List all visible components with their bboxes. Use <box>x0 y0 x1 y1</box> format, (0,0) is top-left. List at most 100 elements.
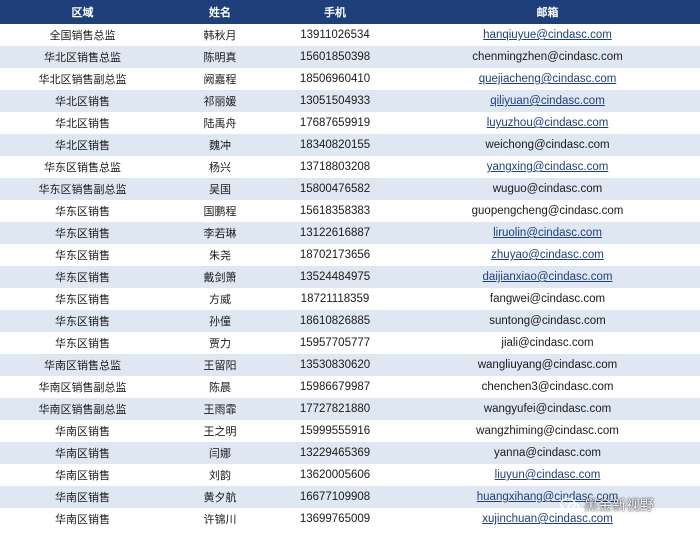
email-link[interactable]: zhuyao@cindasc.com <box>491 249 604 261</box>
cell-email: jiali@cindasc.com <box>395 332 700 354</box>
table-row: 华东区销售 方威 18721118359 fangwei@cindasc.com <box>0 288 700 310</box>
cell-name: 闫娜 <box>209 447 231 460</box>
cell-email: liuyun@cindasc.com <box>395 464 700 486</box>
cell-region: 华南区销售 <box>55 447 110 460</box>
cell-region: 华南区销售 <box>55 513 110 526</box>
email-text: wuguo@cindasc.com <box>492 183 603 195</box>
table-row: 华东区销售 李若琳 13122616887 liruolin@cindasc.com <box>0 222 700 244</box>
email-text: fangwei@cindasc.com <box>489 293 606 305</box>
cell-region: 华南区销售 <box>55 469 110 482</box>
cell-email: qiliyuan@cindasc.com <box>395 90 700 112</box>
cell-phone: 13530830620 <box>299 359 371 371</box>
cell-region: 华东区销售 <box>55 315 110 328</box>
email-link[interactable]: hanqiuyue@cindasc.com <box>483 29 612 41</box>
table-row: 华东区销售 朱尧 18702173656 zhuyao@cindasc.com <box>0 244 700 266</box>
email-text: chenmingzhen@cindasc.com <box>472 51 623 63</box>
cell-region: 华东区销售 <box>55 271 110 284</box>
cell-name: 许锦川 <box>203 513 237 526</box>
email-text: wangyufei@cindasc.com <box>483 403 612 415</box>
cell-name: 朱尧 <box>209 249 231 262</box>
email-text: yanna@cindasc.com <box>494 447 601 459</box>
email-link[interactable]: yangxing@cindasc.com <box>487 161 609 173</box>
watermark-text: 黑金新视野 <box>584 498 654 514</box>
cell-phone: 17727821880 <box>299 403 371 415</box>
cell-email: luyuzhou@cindasc.com <box>395 112 700 134</box>
table-row: 华南区销售副总监 王雨霏 17727821880 wangyufei@cindasc.… <box>0 398 700 420</box>
wechat-icon <box>560 497 580 512</box>
cell-region: 全国销售总监 <box>49 29 116 42</box>
cell-email: yangxing@cindasc.com <box>395 156 700 178</box>
cell-region: 华北区销售总监 <box>44 51 121 64</box>
email-text: guopengcheng@cindasc.com <box>471 205 624 217</box>
cell-region: 华南区销售 <box>55 425 110 438</box>
cell-phone: 18506960410 <box>299 73 371 85</box>
email-text: suntong@cindasc.com <box>489 315 606 327</box>
table-row: 华东区销售 孙僮 18610826885 suntong@cindasc.com <box>0 310 700 332</box>
cell-email: chenchen3@cindasc.com <box>395 376 700 398</box>
cell-email: guopengcheng@cindasc.com <box>395 200 700 222</box>
email-link[interactable]: daijianxiao@cindasc.com <box>483 271 613 283</box>
cell-phone: 13620005606 <box>299 469 371 481</box>
table-row: 华南区销售 闫娜 13229465369 yanna@cindasc.com <box>0 442 700 464</box>
cell-phone: 13051504933 <box>299 95 371 107</box>
cell-region: 华东区销售总监 <box>44 161 121 174</box>
cell-name: 王雨霏 <box>203 403 237 416</box>
cell-phone: 13122616887 <box>299 227 371 239</box>
cell-name: 李若琳 <box>203 227 237 240</box>
cell-name: 魏冲 <box>209 139 231 152</box>
cell-phone: 15986679987 <box>299 381 371 393</box>
cell-phone: 18702173656 <box>299 249 371 261</box>
cell-region: 华北区销售副总监 <box>38 73 127 86</box>
cell-email: weichong@cindasc.com <box>395 134 700 156</box>
cell-name: 吴国 <box>209 183 231 196</box>
cell-phone: 13524484975 <box>299 271 371 283</box>
cell-name: 贾力 <box>209 337 231 350</box>
header-row: 区域 姓名 手机 邮箱 <box>0 0 700 24</box>
cell-region: 华南区销售副总监 <box>38 381 127 394</box>
cell-email: fangwei@cindasc.com <box>395 288 700 310</box>
table-row: 华南区销售总监 王留阳 13530830620 wangliuyang@cindasc… <box>0 354 700 376</box>
email-text: weichong@cindasc.com <box>485 139 610 151</box>
watermark: 黑金新视野 <box>556 494 658 516</box>
table-row: 华南区销售 刘韵 13620005606 liuyun@cindasc.com <box>0 464 700 486</box>
email-link[interactable]: qiliyuan@cindasc.com <box>490 95 605 107</box>
table-row: 华北区销售 陆禹舟 17687659919 luyuzhou@cindasc.com <box>0 112 700 134</box>
cell-name: 陈明真 <box>203 51 237 64</box>
table-header: 区域 姓名 手机 邮箱 <box>0 0 700 24</box>
cell-region: 华南区销售 <box>55 491 110 504</box>
cell-email: liruolin@cindasc.com <box>395 222 700 244</box>
cell-phone: 13911026534 <box>300 29 370 41</box>
cell-email: hanqiuyue@cindasc.com <box>395 24 700 46</box>
cell-phone: 15957705777 <box>299 337 371 349</box>
cell-name: 黄夕航 <box>203 491 237 504</box>
cell-region: 华北区销售 <box>55 95 110 108</box>
table-row: 全国销售总监 韩秋月 13911026534 hanqiuyue@cindasc.co… <box>0 24 700 46</box>
cell-name: 王留阳 <box>203 359 237 372</box>
table-row: 华北区销售总监 陈明真 15601850398 chenmingzhen@cindas… <box>0 46 700 68</box>
cell-email: daijianxiao@cindasc.com <box>395 266 700 288</box>
table-row: 华东区销售副总监 吴国 15800476582 wuguo@cindasc.com <box>0 178 700 200</box>
email-text: wangliuyang@cindasc.com <box>477 359 618 371</box>
cell-phone: 15999555916 <box>299 425 371 437</box>
cell-region: 华南区销售总监 <box>44 359 121 372</box>
email-link[interactable]: liruolin@cindasc.com <box>493 227 602 239</box>
table-row: 华东区销售 戴剑箫 13524484975 daijianxiao@cindasc.c… <box>0 266 700 288</box>
email-link[interactable]: luyuzhou@cindasc.com <box>487 117 609 129</box>
table-row: 华北区销售副总监 阙嘉程 18506960410 quejiacheng@cindas… <box>0 68 700 90</box>
cell-name: 孙僮 <box>209 315 231 328</box>
cell-region: 华东区销售 <box>55 249 110 262</box>
email-text: chenchen3@cindasc.com <box>481 381 614 393</box>
email-text: wangzhiming@cindasc.com <box>476 425 619 437</box>
cell-region: 华东区销售副总监 <box>38 183 127 196</box>
table-row: 华东区销售总监 杨兴 13718803208 yangxing@cindasc.com <box>0 156 700 178</box>
cell-email: chenmingzhen@cindasc.com <box>395 46 700 68</box>
table-row: 华北区销售 魏冲 18340820155 weichong@cindasc.com <box>0 134 700 156</box>
sales-contact-table: 区域 姓名 手机 邮箱 全国销售总监 韩秋月 13911026534 hanqiuyu… <box>0 0 700 530</box>
cell-phone: 13699765009 <box>299 513 371 525</box>
header-region: 区域 <box>71 6 94 19</box>
cell-region: 华北区销售 <box>55 139 110 152</box>
email-link[interactable]: liuyun@cindasc.com <box>495 469 601 481</box>
cell-name: 陈晨 <box>209 381 231 394</box>
email-link[interactable]: quejiacheng@cindasc.com <box>479 73 617 85</box>
table-row: 华东区销售 贾力 15957705777 jiali@cindasc.com <box>0 332 700 354</box>
